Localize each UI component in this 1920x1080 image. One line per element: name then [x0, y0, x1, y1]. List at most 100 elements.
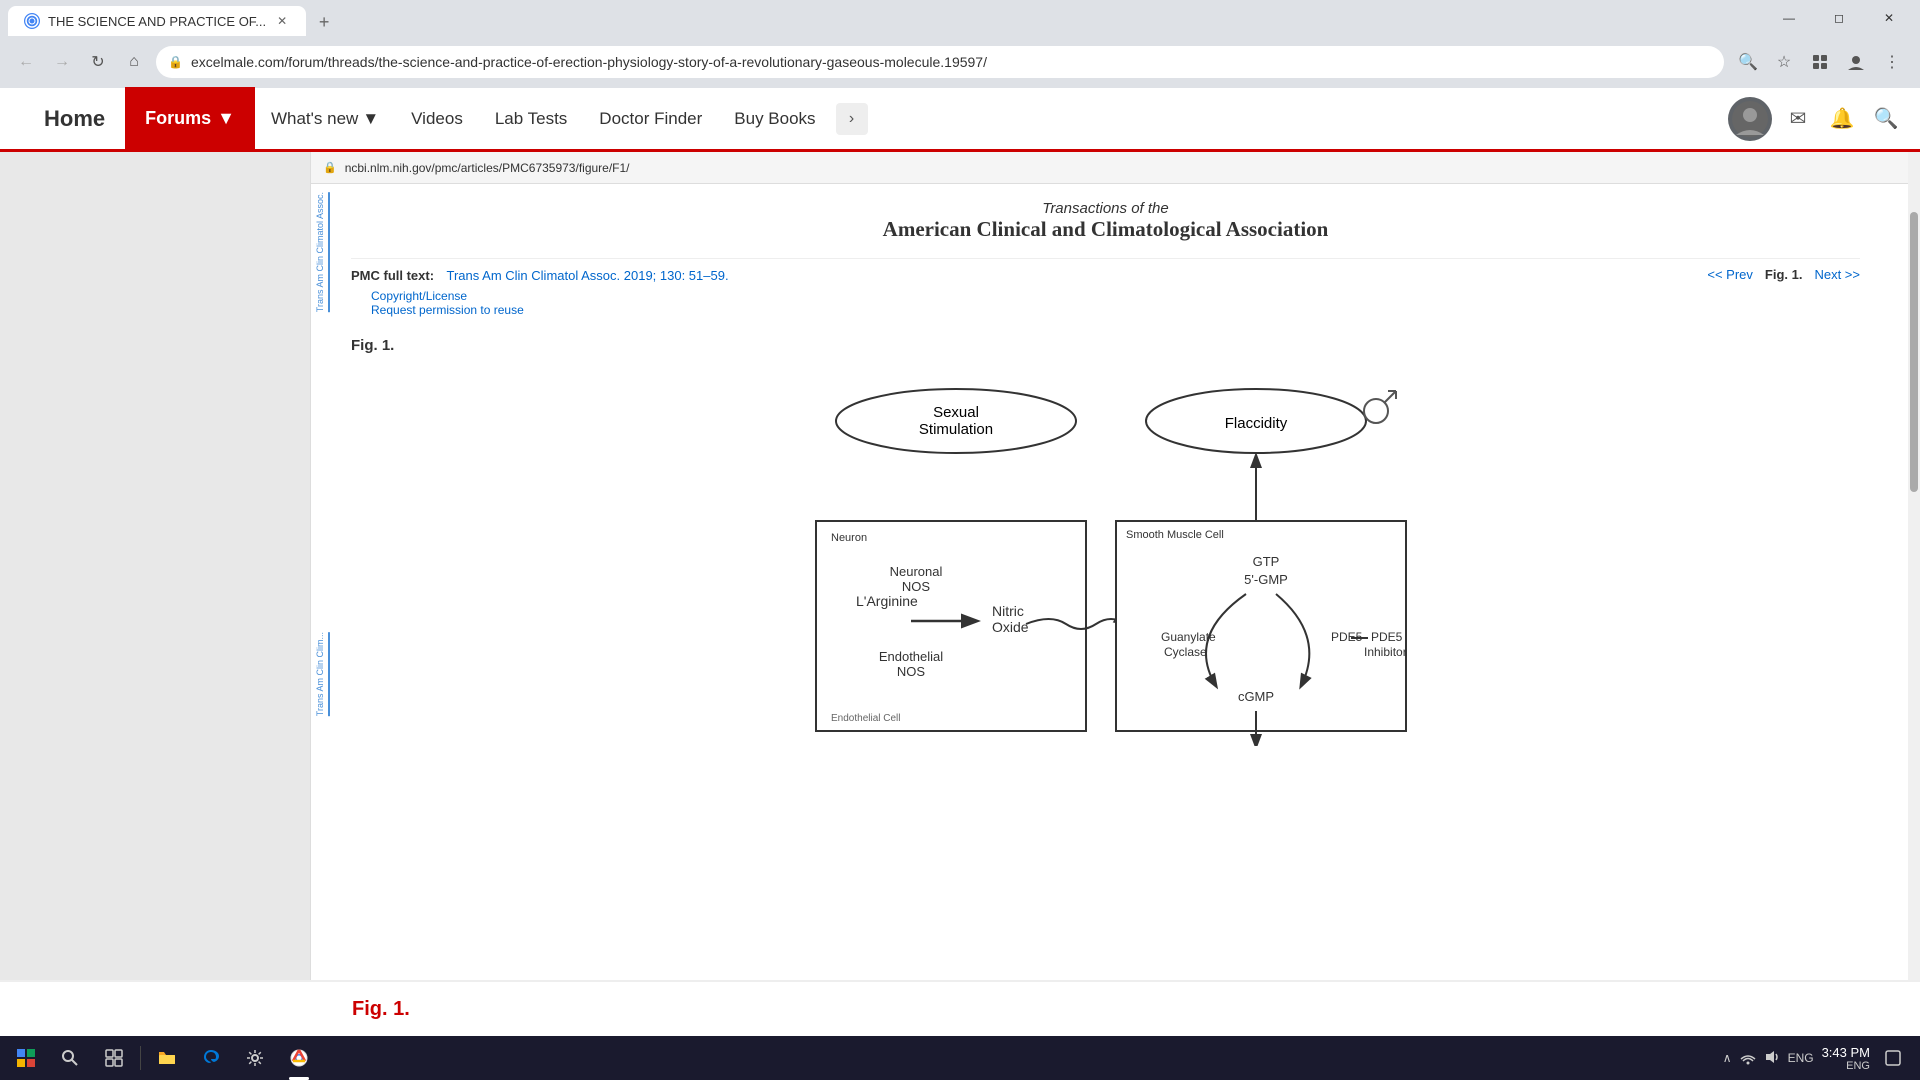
svg-text:cGMP: cGMP [1237, 689, 1273, 704]
svg-text:Nitric: Nitric [992, 603, 1024, 619]
svg-text:Inhibitor: Inhibitor [1364, 645, 1407, 659]
url-bar[interactable]: 🔒 excelmale.com/forum/threads/the-scienc… [156, 46, 1724, 78]
minimize-button[interactable]: — [1766, 3, 1812, 33]
search-nav-icon[interactable]: 🔍 [1868, 101, 1904, 137]
profile-icon[interactable] [1840, 46, 1872, 78]
scroll-thumb[interactable] [1910, 212, 1918, 492]
nav-more-button[interactable]: › [836, 103, 868, 135]
forums-dropdown-icon: ▼ [217, 108, 235, 129]
watermark-text-1: Trans Am Clin Climatol Assoc. [315, 192, 330, 312]
taskbar-chrome[interactable] [277, 1036, 321, 1080]
nav-home[interactable]: Home [24, 106, 125, 132]
svg-text:5'-GMP: 5'-GMP [1244, 572, 1288, 587]
svg-text:Neuronal: Neuronal [889, 564, 942, 579]
nav-whats-new[interactable]: What's new ▼ [255, 109, 395, 129]
svg-text:Oxide: Oxide [992, 619, 1029, 635]
forums-label: Forums [145, 108, 211, 129]
site-navbar: Home Forums ▼ What's new ▼ Videos Lab Te… [0, 88, 1920, 152]
messages-icon[interactable]: ✉ [1780, 101, 1816, 137]
close-button[interactable]: ✕ [1866, 3, 1912, 33]
new-tab-button[interactable]: + [310, 8, 338, 36]
pmc-link[interactable]: Trans Am Clin Climatol Assoc. 2019; 130:… [447, 268, 729, 283]
pmc-links: Copyright/License Request permission to … [371, 289, 729, 317]
back-button[interactable]: ← [12, 48, 40, 76]
notifications-icon[interactable]: 🔔 [1824, 101, 1860, 137]
videos-label: Videos [411, 109, 463, 129]
title-bar: THE SCIENCE AND PRACTICE OF... ✕ + — ◻ ✕ [0, 0, 1920, 36]
nav-videos[interactable]: Videos [395, 109, 479, 129]
prev-nav[interactable]: << Prev [1707, 267, 1753, 282]
window-controls: — ◻ ✕ [1766, 3, 1912, 33]
figure-diagram: Sexual Stimulation Flaccidity Neuron L'A… [756, 366, 1456, 746]
journal-subtitle: Transactions of the [351, 200, 1860, 217]
forward-button[interactable]: → [48, 48, 76, 76]
taskbar-file-explorer[interactable] [145, 1036, 189, 1080]
copyright-link[interactable]: Copyright/License [371, 289, 729, 303]
svg-text:Endothelial: Endothelial [878, 649, 942, 664]
taskbar-edge[interactable] [189, 1036, 233, 1080]
taskbar-search-button[interactable] [48, 1036, 92, 1080]
search-icon[interactable]: 🔍 [1732, 46, 1764, 78]
svg-text:Neuron: Neuron [831, 532, 867, 544]
url-text: excelmale.com/forum/threads/the-science-… [191, 54, 1712, 70]
frame-url-bar: 🔒 ncbi.nlm.nih.gov/pmc/articles/PMC67359… [311, 152, 1920, 184]
doctor-finder-label: Doctor Finder [599, 109, 702, 129]
bookmark-icon[interactable]: ☆ [1768, 46, 1800, 78]
tab-favicon [24, 13, 40, 29]
toolbar-icons: 🔍 ☆ ⋮ [1732, 46, 1908, 78]
buy-books-label: Buy Books [734, 109, 815, 129]
svg-text:NOS: NOS [896, 664, 925, 679]
network-icon[interactable] [1740, 1049, 1756, 1068]
tab-close-button[interactable]: ✕ [274, 13, 290, 29]
start-button[interactable] [4, 1036, 48, 1080]
extensions-icon[interactable] [1804, 46, 1836, 78]
svg-text:NOS: NOS [901, 579, 930, 594]
nav-buy-books[interactable]: Buy Books [718, 109, 831, 129]
address-bar: ← → ↻ ⌂ 🔒 excelmale.com/forum/threads/th… [0, 36, 1920, 88]
task-view-button[interactable] [92, 1036, 136, 1080]
bottom-section: Fig. 1. [0, 980, 1920, 1036]
watermark-area: Trans Am Clin Climatol Assoc. Trans Am C… [315, 192, 330, 716]
tab-title: THE SCIENCE AND PRACTICE OF... [48, 14, 266, 29]
request-permission-link[interactable]: Request permission to reuse [371, 303, 729, 317]
svg-text:Flaccidity: Flaccidity [1224, 415, 1287, 432]
scrollbar[interactable] [1908, 152, 1920, 980]
taskbar-right: ∧ ENG 3:43 PM ENG [1723, 1036, 1916, 1080]
frame-lock-icon: 🔒 [323, 161, 337, 174]
next-nav[interactable]: Next >> [1814, 267, 1860, 282]
svg-text:PDE5: PDE5 [1371, 630, 1403, 644]
svg-text:Cyclase: Cyclase [1164, 645, 1207, 659]
journal-title: American Clinical and Climatological Ass… [351, 217, 1860, 242]
notification-center-button[interactable] [1878, 1036, 1908, 1080]
watermark-text-2: Trans Am Clin Clim... [315, 632, 330, 716]
reload-button[interactable]: ↻ [84, 48, 112, 76]
more-options-icon[interactable]: ⋮ [1876, 46, 1908, 78]
clock-time: 3:43 PM [1822, 1045, 1870, 1060]
fig-navigation: << Prev Fig. 1. Next >> [1707, 267, 1860, 282]
taskbar-settings[interactable] [233, 1036, 277, 1080]
clock-lang: ENG [1822, 1060, 1870, 1072]
user-avatar[interactable] [1728, 97, 1772, 141]
frame-url-text: ncbi.nlm.nih.gov/pmc/articles/PMC6735973… [345, 161, 630, 175]
home-button[interactable]: ⌂ [120, 48, 148, 76]
bottom-fig-label: Fig. 1. [352, 998, 410, 1021]
svg-text:L'Arginine: L'Arginine [856, 593, 918, 609]
taskbar-divider [140, 1046, 141, 1070]
svg-text:Endothelial Cell: Endothelial Cell [831, 713, 901, 724]
nav-doctor-finder[interactable]: Doctor Finder [583, 109, 718, 129]
browser-tab[interactable]: THE SCIENCE AND PRACTICE OF... ✕ [8, 6, 306, 36]
taskbar-clock[interactable]: 3:43 PM ENG [1822, 1045, 1870, 1072]
figure-label: Fig. 1. [351, 337, 1860, 354]
svg-text:Guanylate: Guanylate [1161, 630, 1216, 644]
diagram-container: Sexual Stimulation Flaccidity Neuron L'A… [351, 366, 1860, 746]
language-selector[interactable]: ENG [1788, 1051, 1814, 1065]
article-content: Transactions of the American Clinical an… [311, 184, 1920, 762]
lab-tests-label: Lab Tests [495, 109, 567, 129]
taskbar-show-hidden[interactable]: ∧ [1723, 1051, 1732, 1065]
nav-lab-tests[interactable]: Lab Tests [479, 109, 583, 129]
maximize-button[interactable]: ◻ [1816, 3, 1862, 33]
nav-forums[interactable]: Forums ▼ [125, 87, 255, 151]
lock-icon: 🔒 [168, 55, 183, 69]
svg-text:GTP: GTP [1252, 554, 1279, 569]
volume-icon[interactable] [1764, 1049, 1780, 1068]
